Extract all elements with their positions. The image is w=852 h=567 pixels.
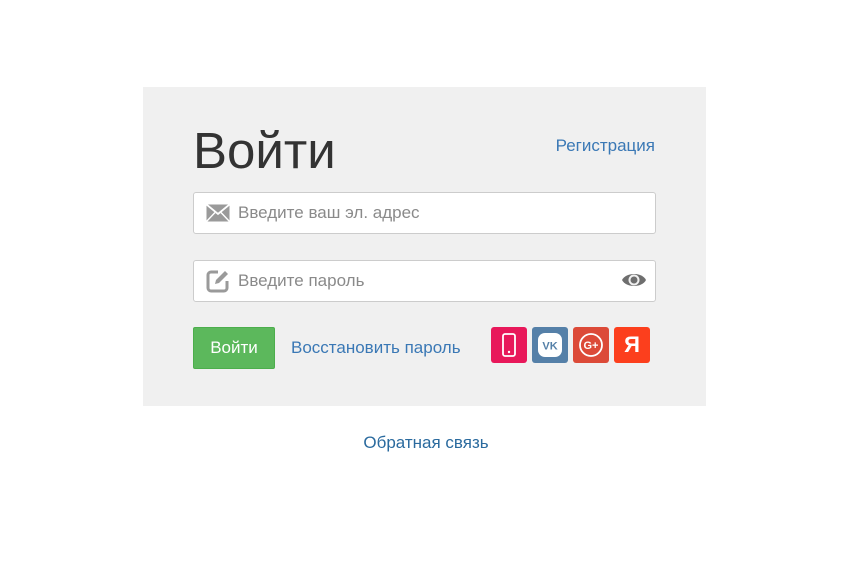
edit-pencil-icon: [206, 270, 229, 293]
phone-login-button[interactable]: [491, 327, 527, 363]
google-plus-icon-label: G+: [584, 340, 599, 352]
feedback-link[interactable]: Обратная связь: [0, 432, 852, 454]
yandex-icon: Я: [624, 332, 640, 357]
restore-password-link[interactable]: Восстановить пароль: [291, 337, 461, 359]
vk-icon-label: VK: [542, 341, 557, 353]
register-link[interactable]: Регистрация: [556, 135, 655, 157]
google-plus-login-button[interactable]: G+: [573, 327, 609, 363]
vk-icon: VK: [538, 333, 562, 357]
password-field[interactable]: [193, 260, 656, 302]
login-panel: Войти Регистрация Войти Восстановить пар…: [143, 87, 706, 406]
phone-icon: [502, 333, 516, 357]
password-input[interactable]: [238, 261, 608, 301]
google-plus-icon: G+: [579, 333, 603, 357]
page-title: Войти: [193, 122, 336, 179]
yandex-login-button[interactable]: Я: [614, 327, 650, 363]
vk-login-button[interactable]: VK: [532, 327, 568, 363]
email-field[interactable]: [193, 192, 656, 234]
eye-icon[interactable]: [621, 270, 647, 290]
email-input[interactable]: [238, 193, 608, 233]
envelope-icon: [206, 203, 230, 222]
login-button[interactable]: Войти: [193, 327, 275, 369]
